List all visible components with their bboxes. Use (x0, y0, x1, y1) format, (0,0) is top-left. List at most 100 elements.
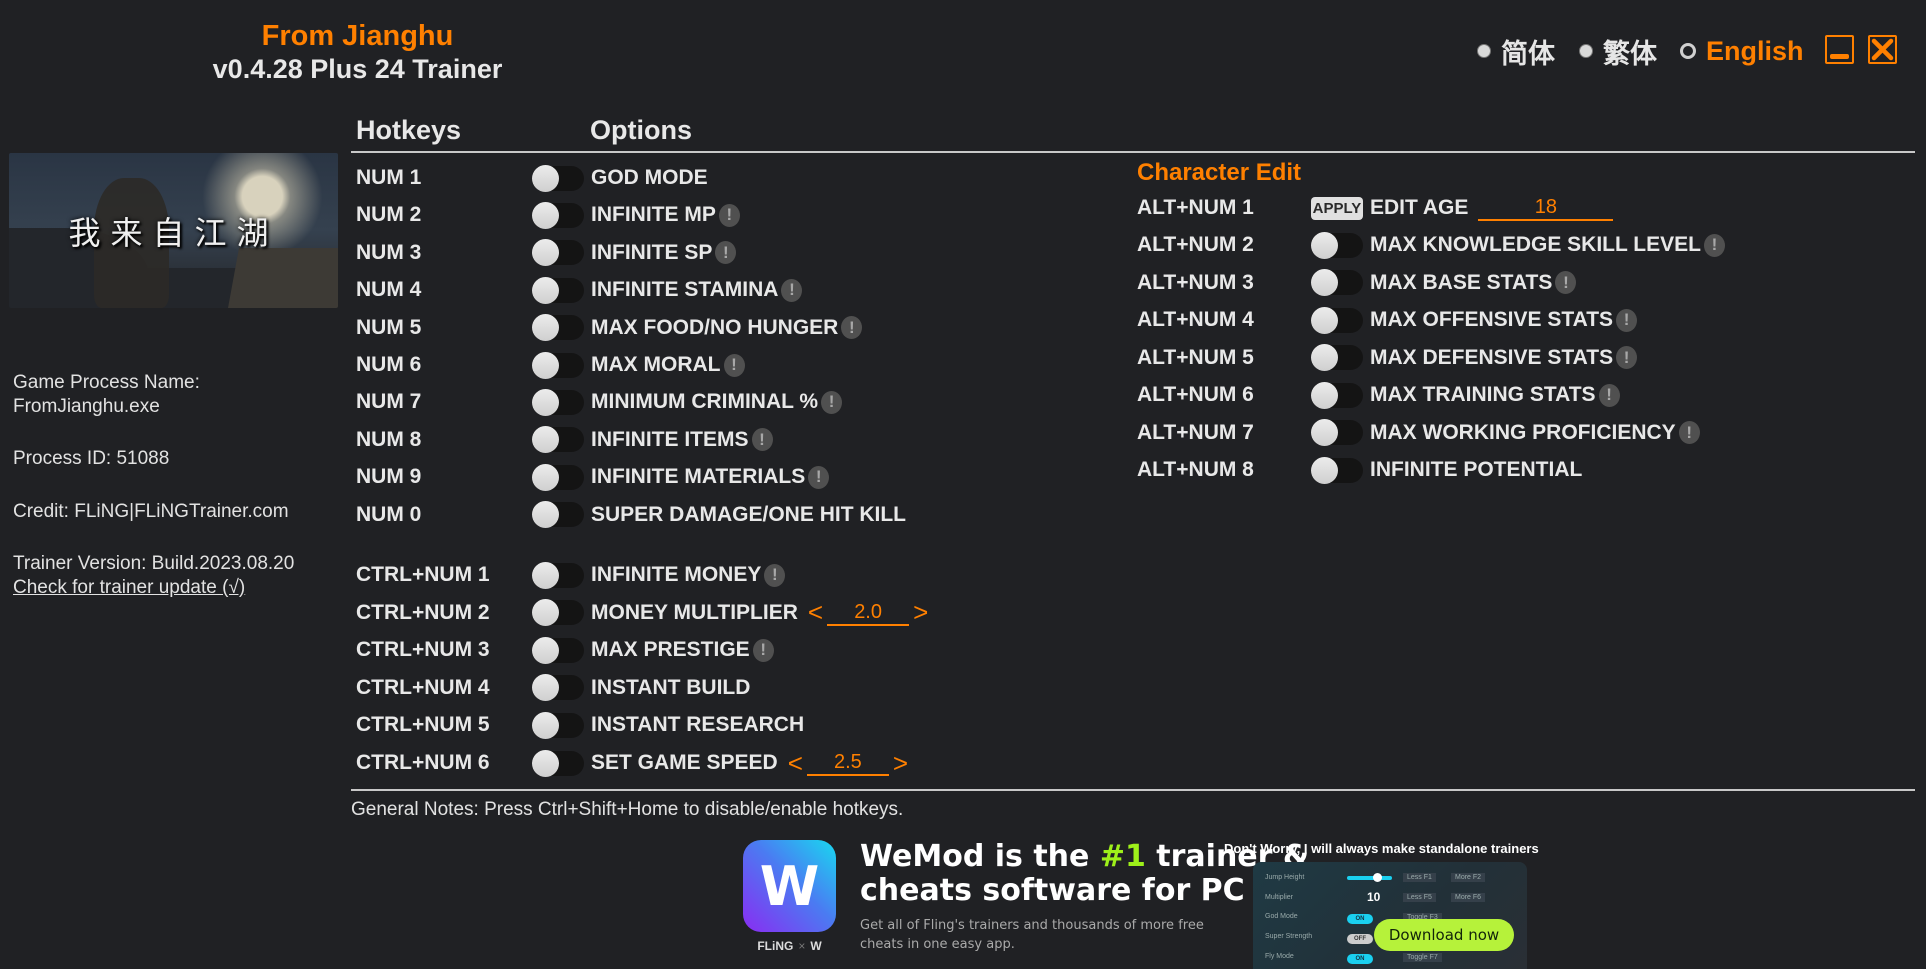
warning-icon[interactable]: ! (751, 428, 773, 452)
preview-key: More F6 (1451, 893, 1486, 902)
option-toggle[interactable] (1311, 419, 1363, 446)
headline-highlight: #1 (1099, 839, 1146, 874)
language-simplified-chinese[interactable]: 简体 (1477, 34, 1555, 69)
option-row: NUM 3 INFINITE SP! (356, 238, 737, 268)
option-toggle[interactable] (532, 276, 584, 304)
option-text: MAX KNOWLEDGE SKILL LEVEL (1370, 233, 1701, 256)
option-toggle[interactable] (532, 674, 584, 702)
option-row-edit-age: ALT+NUM 1 APPLY EDIT AGE 18 (1137, 193, 1614, 223)
option-toggle[interactable] (532, 636, 584, 664)
option-toggle[interactable] (1311, 344, 1363, 371)
option-toggle[interactable] (532, 501, 584, 529)
toggle-knob (532, 561, 559, 589)
ad-subtext-line: cheats in one easy app. (860, 937, 1015, 952)
toggle-knob (1311, 344, 1338, 371)
radio-icon[interactable] (1579, 44, 1593, 58)
age-input[interactable]: 18 (1478, 195, 1614, 221)
option-row: NUM 8 INFINITE ITEMS! (356, 425, 773, 455)
wemod-preview-panel: Jump Height Multiplier God Mode Super St… (1253, 862, 1527, 969)
option-label: MAX PRESTIGE! (591, 638, 774, 662)
option-toggle[interactable] (1311, 381, 1363, 409)
radio-selected-icon[interactable] (1680, 43, 1696, 59)
toggle-knob (532, 164, 559, 192)
decrease-arrow-icon[interactable]: < (808, 597, 823, 628)
close-button[interactable] (1868, 35, 1897, 64)
warning-icon[interactable]: ! (764, 563, 786, 587)
toggle-knob (532, 599, 559, 627)
option-toggle[interactable] (532, 351, 584, 379)
check-update-link[interactable]: Check for trainer update (√) (13, 577, 245, 599)
option-toggle[interactable] (532, 201, 584, 229)
language-traditional-chinese[interactable]: 繁体 (1579, 34, 1657, 69)
toggle-knob (532, 426, 559, 454)
hotkey-label: CTRL+NUM 4 (356, 675, 490, 699)
apply-button[interactable]: APPLY (1311, 196, 1363, 220)
option-toggle[interactable] (1311, 306, 1363, 334)
spinner-value-input[interactable]: 2.5 (806, 750, 889, 776)
option-toggle[interactable] (1311, 456, 1363, 484)
warning-icon[interactable]: ! (1703, 233, 1725, 257)
warning-icon[interactable]: ! (723, 353, 745, 377)
option-label: MAX FOOD/NO HUNGER! (591, 316, 863, 340)
warning-icon[interactable]: ! (718, 203, 740, 227)
option-label: SET GAME SPEED (591, 751, 778, 775)
hotkey-label: NUM 7 (356, 390, 422, 414)
warning-icon[interactable]: ! (1616, 308, 1638, 332)
minimize-icon (1830, 54, 1849, 59)
option-toggle[interactable] (532, 239, 584, 267)
hotkey-label: NUM 9 (356, 465, 422, 489)
option-row: ALT+NUM 2 MAX KNOWLEDGE SKILL LEVEL! (1137, 230, 1725, 260)
warning-icon[interactable]: ! (841, 316, 863, 340)
toggle-knob (532, 463, 559, 491)
language-english[interactable]: English (1680, 34, 1804, 68)
banner-roof (228, 248, 338, 308)
warning-icon[interactable]: ! (808, 465, 830, 489)
option-toggle[interactable] (532, 749, 584, 777)
warning-icon[interactable]: ! (1598, 383, 1620, 407)
warning-icon[interactable]: ! (821, 390, 843, 414)
option-row: NUM 5 MAX FOOD/NO HUNGER! (356, 313, 863, 343)
wemod-logo[interactable]: W (743, 840, 836, 932)
increase-arrow-icon[interactable]: > (913, 597, 928, 628)
preview-key: More F2 (1451, 873, 1486, 882)
option-toggle[interactable] (532, 561, 584, 589)
spinner-value-input[interactable]: 2.0 (827, 600, 910, 626)
warning-icon[interactable]: ! (715, 241, 737, 265)
decrease-arrow-icon[interactable]: < (788, 748, 803, 779)
warning-icon[interactable]: ! (1555, 271, 1577, 294)
option-text: MAX TRAINING STATS (1370, 383, 1596, 406)
ad-subtext-line: Get all of Fling's trainers and thousand… (860, 918, 1204, 933)
ad-subtext: Get all of Fling's trainers and thousand… (860, 916, 1204, 954)
option-row: NUM 7 MINIMUM CRIMINAL %! (356, 387, 843, 417)
option-text: MAX OFFENSIVE STATS (1370, 308, 1614, 331)
warning-icon[interactable]: ! (1616, 346, 1638, 369)
process-name-label: Game Process Name: (13, 372, 200, 393)
toggle-knob (532, 674, 559, 702)
option-toggle[interactable] (532, 314, 584, 342)
option-toggle[interactable] (532, 599, 584, 627)
download-now-button[interactable]: Download now (1374, 919, 1514, 951)
option-row: CTRL+NUM 4 INSTANT BUILD (356, 673, 750, 703)
preview-toggle: ON (1347, 954, 1373, 964)
radio-icon[interactable] (1477, 44, 1491, 58)
minimize-button[interactable] (1825, 35, 1854, 64)
hotkey-label: NUM 3 (356, 240, 422, 264)
option-toggle[interactable] (532, 164, 584, 192)
hotkey-label: ALT+NUM 2 (1137, 233, 1254, 256)
increase-arrow-icon[interactable]: > (893, 748, 908, 779)
option-toggle[interactable] (1311, 231, 1363, 259)
option-text: MAX PRESTIGE (591, 638, 750, 662)
option-toggle[interactable] (532, 463, 584, 491)
warning-icon[interactable]: ! (781, 278, 803, 302)
option-toggle[interactable] (1311, 269, 1363, 296)
hotkey-label: ALT+NUM 7 (1137, 420, 1254, 444)
hotkey-label: ALT+NUM 6 (1137, 383, 1254, 406)
warning-icon[interactable]: ! (1678, 421, 1700, 444)
option-toggle[interactable] (532, 426, 584, 454)
process-id: Process ID: 51088 (13, 448, 170, 469)
warning-icon[interactable]: ! (752, 638, 774, 662)
option-text: INSTANT BUILD (591, 675, 751, 699)
fling-x-wemod: FLiNG × W (743, 939, 836, 953)
option-toggle[interactable] (532, 711, 584, 739)
option-toggle[interactable] (532, 388, 584, 416)
